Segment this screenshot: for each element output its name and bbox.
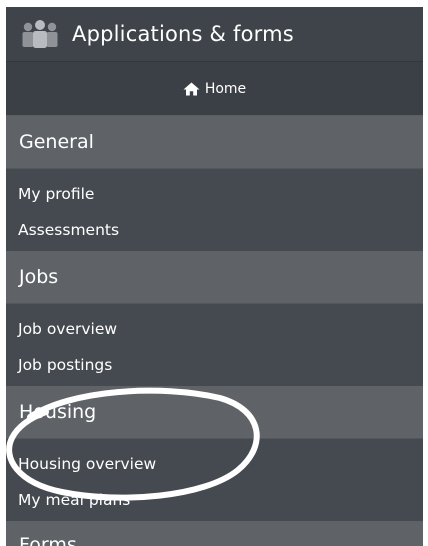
nav-item-job-overview[interactable]: Job overview <box>6 311 423 347</box>
section-forms[interactable]: Forms <box>6 521 423 546</box>
section-general-items: My profile Assessments <box>6 169 423 251</box>
home-link[interactable]: Home <box>183 81 246 97</box>
section-housing[interactable]: Housing <box>6 386 423 439</box>
section-jobs-items: Job overview Job postings <box>6 304 423 386</box>
section-jobs[interactable]: Jobs <box>6 251 423 304</box>
nav-item-my-meal-plans[interactable]: My meal plans <box>6 482 423 518</box>
people-group-icon <box>20 19 60 49</box>
nav-item-housing-overview[interactable]: Housing overview <box>6 446 423 482</box>
home-icon <box>183 82 200 95</box>
nav-item-my-profile[interactable]: My profile <box>6 176 423 212</box>
nav-item-job-postings[interactable]: Job postings <box>6 347 423 383</box>
sidebar-header: Applications & forms <box>6 7 423 62</box>
home-label: Home <box>204 80 247 97</box>
section-housing-items: Housing overview My meal plans <box>6 439 423 521</box>
nav-item-assessments[interactable]: Assessments <box>6 212 423 248</box>
applications-sidebar: Applications & forms Home General My pro… <box>6 7 423 546</box>
home-row: Home <box>6 62 423 116</box>
section-general[interactable]: General <box>6 116 423 169</box>
sidebar-title: Applications & forms <box>72 22 294 46</box>
